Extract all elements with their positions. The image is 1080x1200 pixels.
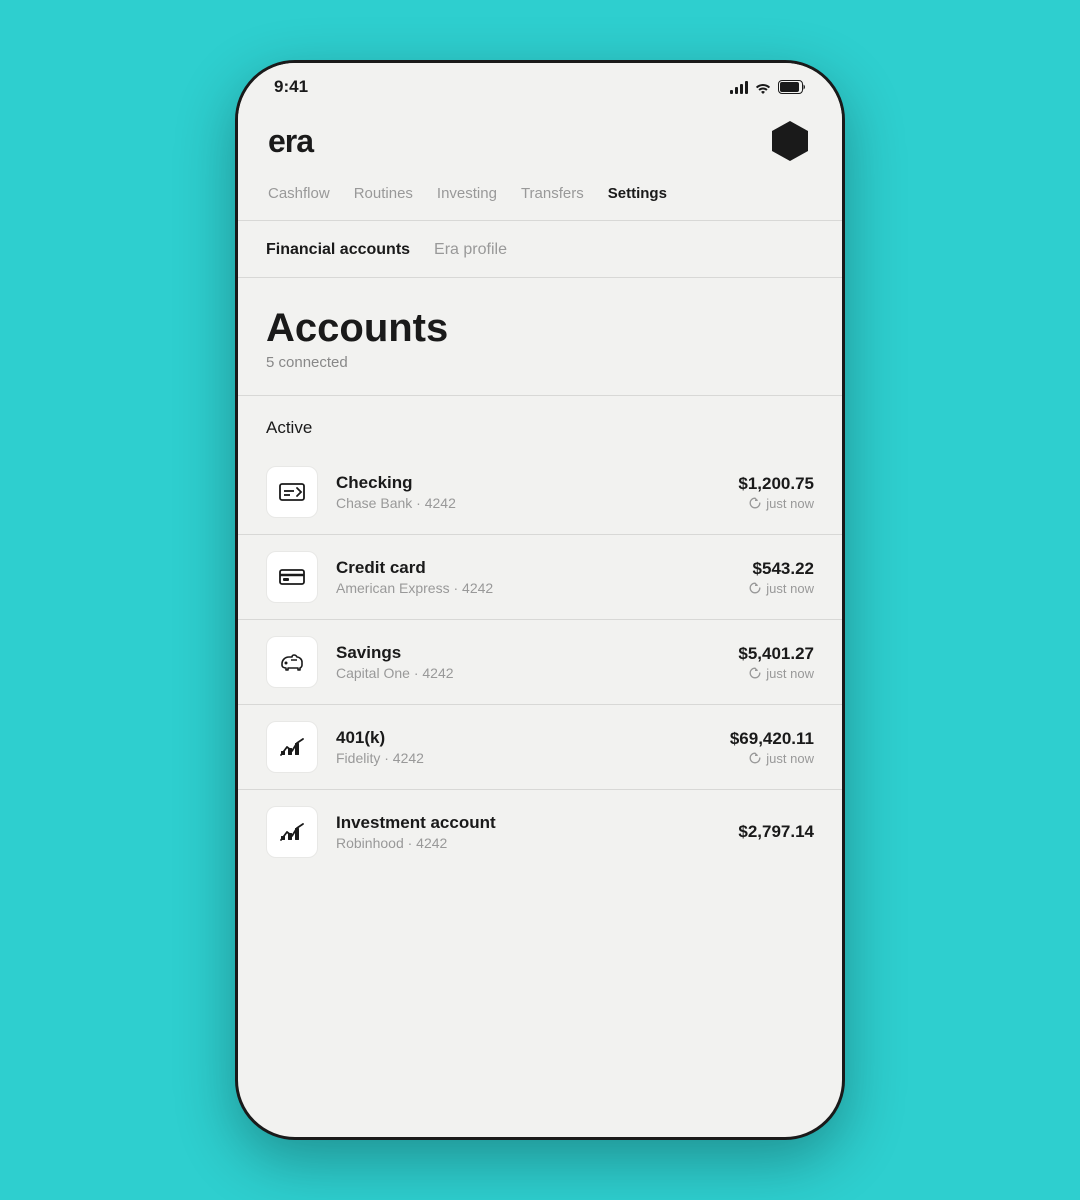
credit-card-info: Credit card American Express · 4242 bbox=[336, 558, 748, 596]
credit-card-sync: just now bbox=[748, 581, 814, 596]
accounts-header: Accounts 5 connected bbox=[238, 278, 842, 396]
tab-cashflow[interactable]: Cashflow bbox=[258, 181, 340, 206]
investment-right: $2,797.14 bbox=[738, 822, 814, 842]
401k-sync-text: just now bbox=[766, 751, 814, 766]
401k-icon bbox=[278, 733, 306, 761]
tab-investing[interactable]: Investing bbox=[427, 181, 507, 206]
tab-settings[interactable]: Settings bbox=[598, 181, 677, 206]
investment-icon bbox=[278, 818, 306, 846]
checking-amount: $1,200.75 bbox=[738, 474, 814, 494]
401k-name: 401(k) bbox=[336, 728, 730, 748]
account-list: Checking Chase Bank · 4242 $1,200.75 jus… bbox=[238, 450, 842, 874]
checking-sync: just now bbox=[738, 496, 814, 511]
checking-right: $1,200.75 just now bbox=[738, 474, 814, 511]
credit-card-right: $543.22 just now bbox=[748, 559, 814, 596]
accounts-subtitle: 5 connected bbox=[266, 354, 814, 371]
credit-card-icon-wrap bbox=[266, 551, 318, 603]
status-icons bbox=[730, 80, 806, 94]
wifi-icon bbox=[754, 80, 772, 94]
battery-icon bbox=[778, 80, 806, 94]
checking-info: Checking Chase Bank · 4242 bbox=[336, 473, 738, 511]
credit-card-icon bbox=[278, 563, 306, 591]
account-item-checking[interactable]: Checking Chase Bank · 4242 $1,200.75 jus… bbox=[238, 450, 842, 535]
credit-card-amount: $543.22 bbox=[748, 559, 814, 579]
savings-right: $5,401.27 just now bbox=[738, 644, 814, 681]
savings-info: Savings Capital One · 4242 bbox=[336, 643, 738, 681]
section-active-label: Active bbox=[238, 396, 842, 450]
sub-tab-financial-accounts[interactable]: Financial accounts bbox=[266, 241, 410, 259]
status-bar: 9:41 bbox=[238, 63, 842, 107]
credit-card-detail: American Express · 4242 bbox=[336, 580, 748, 596]
sub-tabs: Financial accounts Era profile bbox=[238, 221, 842, 278]
account-item-investment[interactable]: Investment account Robinhood · 4242 $2,7… bbox=[238, 790, 842, 874]
status-time: 9:41 bbox=[274, 77, 308, 97]
savings-icon bbox=[278, 648, 306, 676]
sync-icon-4 bbox=[748, 751, 762, 765]
investment-detail: Robinhood · 4242 bbox=[336, 835, 738, 851]
checking-detail: Chase Bank · 4242 bbox=[336, 495, 738, 511]
sync-icon bbox=[748, 496, 762, 510]
app-logo: era bbox=[268, 123, 313, 160]
401k-right: $69,420.11 just now bbox=[730, 729, 814, 766]
credit-card-sync-text: just now bbox=[766, 581, 814, 596]
investment-amount: $2,797.14 bbox=[738, 822, 814, 842]
checking-icon-wrap bbox=[266, 466, 318, 518]
401k-detail: Fidelity · 4242 bbox=[336, 750, 730, 766]
tab-transfers[interactable]: Transfers bbox=[511, 181, 594, 206]
nav-tabs: Cashflow Routines Investing Transfers Se… bbox=[238, 181, 842, 221]
signal-icon bbox=[730, 80, 748, 94]
401k-icon-wrap bbox=[266, 721, 318, 773]
investment-icon-wrap bbox=[266, 806, 318, 858]
investment-info: Investment account Robinhood · 4242 bbox=[336, 813, 738, 851]
credit-card-name: Credit card bbox=[336, 558, 748, 578]
checking-sync-text: just now bbox=[766, 496, 814, 511]
401k-sync: just now bbox=[730, 751, 814, 766]
401k-amount: $69,420.11 bbox=[730, 729, 814, 749]
savings-icon-wrap bbox=[266, 636, 318, 688]
hexagon-icon[interactable] bbox=[768, 119, 812, 163]
app-header: era bbox=[238, 107, 842, 181]
checking-icon bbox=[278, 478, 306, 506]
savings-sync: just now bbox=[738, 666, 814, 681]
account-item-credit-card[interactable]: Credit card American Express · 4242 $543… bbox=[238, 535, 842, 620]
sub-tab-era-profile[interactable]: Era profile bbox=[434, 241, 507, 259]
savings-amount: $5,401.27 bbox=[738, 644, 814, 664]
investment-name: Investment account bbox=[336, 813, 738, 833]
savings-name: Savings bbox=[336, 643, 738, 663]
account-item-401k[interactable]: 401(k) Fidelity · 4242 $69,420.11 just n… bbox=[238, 705, 842, 790]
sync-icon-3 bbox=[748, 666, 762, 680]
accounts-title: Accounts bbox=[266, 306, 814, 350]
sync-icon-2 bbox=[748, 581, 762, 595]
account-item-savings[interactable]: Savings Capital One · 4242 $5,401.27 jus… bbox=[238, 620, 842, 705]
tab-routines[interactable]: Routines bbox=[344, 181, 423, 206]
checking-name: Checking bbox=[336, 473, 738, 493]
phone-frame: 9:41 era bbox=[235, 60, 845, 1140]
savings-sync-text: just now bbox=[766, 666, 814, 681]
savings-detail: Capital One · 4242 bbox=[336, 665, 738, 681]
401k-info: 401(k) Fidelity · 4242 bbox=[336, 728, 730, 766]
